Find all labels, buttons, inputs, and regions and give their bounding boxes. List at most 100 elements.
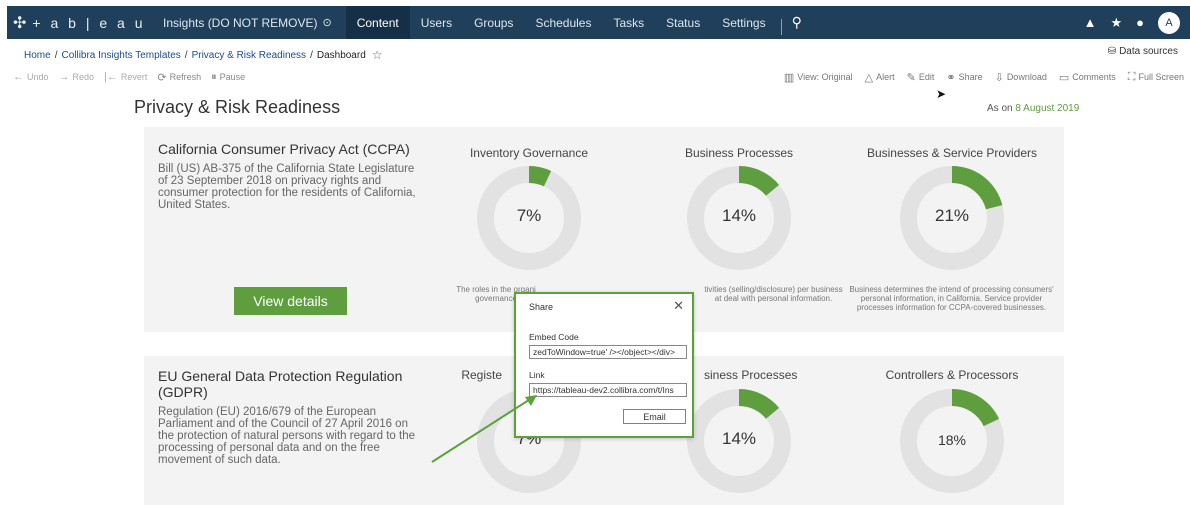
search-icon[interactable]: ⚲ — [788, 14, 802, 31]
embed-code-field[interactable]: zedToWindow=true' /></object></div> — [529, 345, 687, 359]
comments-button[interactable]: ▭ Comments — [1059, 71, 1116, 84]
nav-tasks[interactable]: Tasks — [602, 6, 655, 39]
ccpa-metric-percent: 7% — [516, 206, 542, 225]
refresh-icon: ⟳ — [157, 71, 167, 84]
breadcrumb-home[interactable]: Home — [24, 50, 51, 61]
info-icon[interactable]: ● — [1136, 15, 1144, 30]
breadcrumb-project[interactable]: Collibra Insights Templates — [61, 50, 180, 61]
gdpr-desc-line2: Parliament and of the Council of 27 Apri… — [158, 418, 408, 430]
tableau-logo-text: + a b | e a u — [32, 14, 146, 31]
gdpr-desc-line1: Regulation (EU) 2016/679 of the European — [158, 406, 377, 418]
breadcrumb-separator: / — [310, 49, 313, 61]
breadcrumb-separator: / — [54, 49, 58, 61]
as-of-date: As on 8 August 2019 — [987, 103, 1079, 114]
nav-content[interactable]: Content — [345, 6, 410, 39]
gdpr-metric-percent: 14% — [721, 429, 757, 448]
refresh-button[interactable]: ⟳ Refresh — [157, 71, 201, 84]
ccpa-metric-caption: tivities (selling/disclosure) per busine… — [696, 285, 851, 303]
revert-label: Revert — [120, 72, 148, 82]
ccpa-metric-title: Inventory Governance — [469, 146, 589, 160]
ccpa-metric-caption: Business determines the intend of proces… — [844, 285, 1059, 312]
link-label: Link — [529, 370, 545, 380]
undo-icon: ← — [13, 71, 24, 83]
view-details-button[interactable]: View details — [234, 287, 347, 315]
view-label: View: Original — [797, 72, 853, 82]
caption-line: Business determines the intend of proces… — [849, 285, 1054, 294]
top-nav: ✣ + a b | e a u Insights (DO NOT REMOVE)… — [7, 6, 1190, 39]
close-icon[interactable]: ✕ — [673, 298, 684, 314]
redo-label: Redo — [72, 72, 95, 82]
caption-line: tivities (selling/disclosure) per busine… — [704, 285, 843, 294]
redo-button[interactable]: → Redo — [59, 71, 95, 84]
tableau-logo-icon: ✣ — [13, 14, 27, 32]
ccpa-desc-line2: of 23 September 2018 on privacy rights a… — [158, 175, 382, 187]
nav-users[interactable]: Users — [410, 6, 463, 39]
gdpr-metric-title: siness Processes — [704, 368, 798, 382]
site-name: Insights (DO NOT REMOVE) — [163, 15, 318, 30]
edit-button[interactable]: ✎ Edit — [907, 71, 935, 84]
email-button[interactable]: Email — [623, 409, 686, 424]
database-icon: ⛁ — [1107, 46, 1117, 57]
download-button[interactable]: ⇩ Download — [995, 71, 1047, 84]
caption-line: personal information, in California. Ser… — [860, 294, 1043, 303]
data-sources-label: Data sources — [1119, 46, 1178, 57]
nav-settings[interactable]: Settings — [711, 6, 776, 39]
undo-label: Undo — [27, 72, 49, 82]
caption-line: at deal with personal information. — [714, 294, 833, 303]
gdpr-desc-line4: processing of personal data and on the f… — [158, 442, 380, 454]
share-dialog: Share ✕ Embed Code zedToWindow=true' /><… — [514, 292, 694, 438]
favorites-star-icon[interactable]: ★ — [1110, 15, 1122, 31]
pause-button[interactable]: ⏸ Pause — [211, 71, 245, 84]
share-dialog-title: Share — [529, 302, 554, 312]
comment-icon: ▭ — [1058, 71, 1070, 84]
ccpa-desc-line1: Bill (US) AB-375 of the California State… — [158, 163, 415, 175]
gdpr-metric-title: Registe — [461, 368, 502, 382]
dashboard-canvas: Privacy & Risk Readiness As on 8 August … — [7, 87, 1190, 505]
donut-value-slice — [952, 389, 1000, 427]
share-button[interactable]: ⚭ Share — [946, 71, 982, 84]
share-icon: ⚭ — [946, 71, 956, 84]
breadcrumb-current: Dashboard — [316, 49, 366, 61]
breadcrumb: Home / Collibra Insights Templates / Pri… — [24, 48, 383, 62]
fullscreen-button[interactable]: ⛶ Full Screen — [1128, 71, 1184, 84]
avatar[interactable]: A — [1158, 11, 1180, 34]
mouse-cursor-icon: ➤ — [936, 87, 947, 101]
view-icon: ▥ — [783, 71, 795, 84]
donut-value-slice — [952, 166, 1003, 210]
revert-button[interactable]: |← Revert — [104, 71, 147, 84]
ccpa-metric-percent: 14% — [721, 206, 757, 225]
ccpa-title: California Consumer Privacy Act (CCPA) — [158, 141, 410, 157]
site-selector[interactable]: Insights (DO NOT REMOVE) ⊙ — [163, 16, 332, 30]
view-original-button[interactable]: ▥ View: Original — [784, 71, 853, 84]
pause-label: Pause — [219, 72, 246, 82]
alert-icon[interactable]: ▲ — [1084, 15, 1097, 30]
revert-icon: |← — [104, 71, 118, 83]
comments-label: Comments — [1072, 72, 1116, 82]
link-field[interactable]: https://tableau-dev2.collibra.com/t/Ins — [529, 383, 687, 397]
chevron-down-icon: ⊙ — [322, 17, 332, 29]
favorite-star-icon[interactable]: ☆ — [372, 48, 383, 62]
refresh-label: Refresh — [169, 72, 202, 82]
ccpa-metric-percent: 21% — [934, 206, 970, 225]
tableau-window: ✣ + a b | e a u Insights (DO NOT REMOVE)… — [7, 6, 1190, 505]
breadcrumb-workbook[interactable]: Privacy & Risk Readiness — [192, 50, 306, 61]
alert-button[interactable]: △ Alert — [865, 71, 895, 84]
pause-icon: ⏸ — [211, 70, 217, 83]
ccpa-metric-title: Business Processes — [684, 146, 794, 160]
ccpa-desc-line3: consumer protection for the residents of… — [158, 187, 416, 199]
caption-line: processes information for CCPA-covered b… — [856, 303, 1047, 312]
tableau-logo[interactable]: ✣ + a b | e a u — [13, 13, 153, 33]
undo-button[interactable]: ← Undo — [13, 71, 49, 84]
pencil-icon: ✎ — [906, 71, 916, 84]
nav-right: ▲ ★ ● A — [1084, 6, 1180, 39]
dashboard-title: Privacy & Risk Readiness — [134, 97, 341, 117]
embed-code-label: Embed Code — [529, 332, 579, 342]
nav-groups[interactable]: Groups — [463, 6, 524, 39]
view-toolbar: ← Undo → Redo |← Revert ⟳ Refresh ⏸ Pause ▥ Vi… — [7, 66, 1190, 88]
data-sources-link[interactable]: ⛁ Data sources — [1108, 46, 1178, 57]
redo-icon: → — [58, 71, 70, 83]
nav-status[interactable]: Status — [655, 6, 711, 39]
alert-bell-icon: △ — [864, 71, 874, 84]
nav-schedules[interactable]: Schedules — [524, 6, 602, 39]
gdpr-title-line1: EU General Data Protection Regulation — [158, 368, 403, 384]
